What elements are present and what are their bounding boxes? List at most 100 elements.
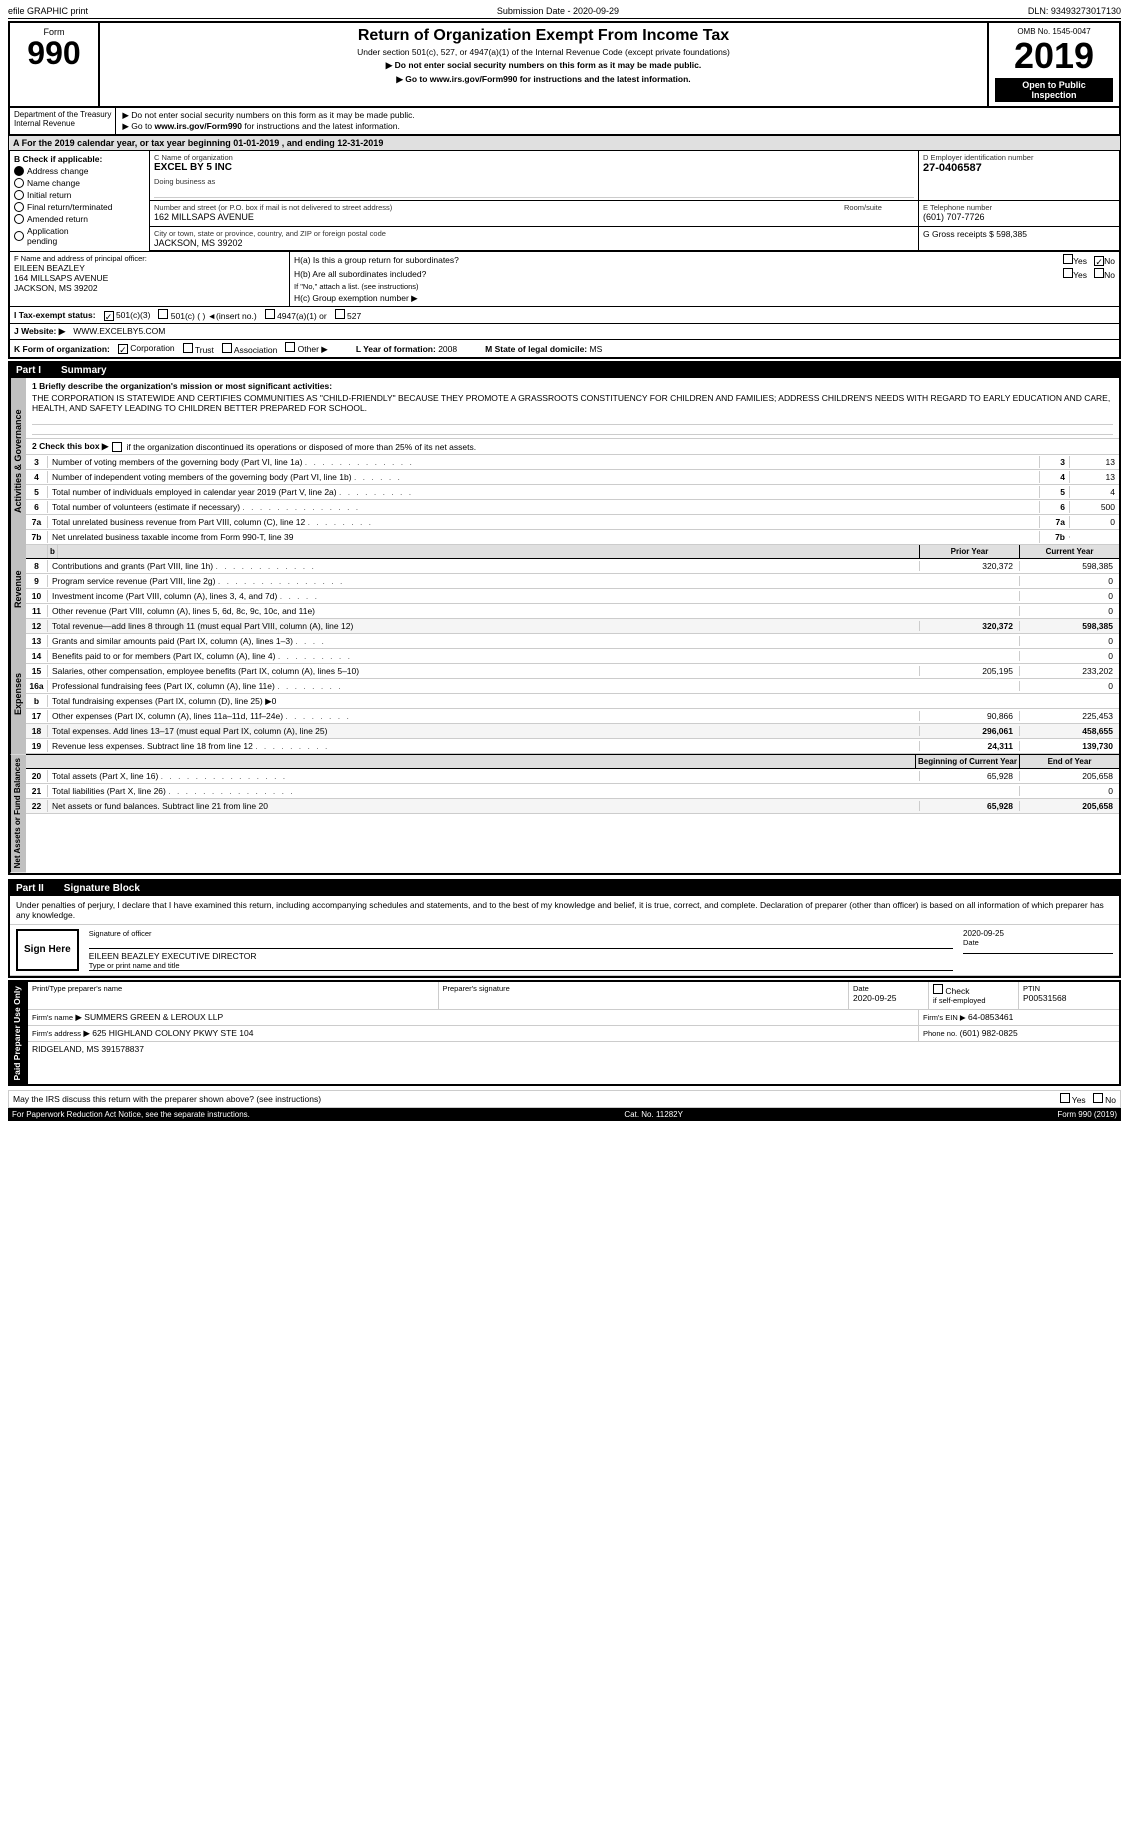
amended-return-label: Amended return [27, 214, 88, 224]
line7a-num: 7a [26, 516, 48, 528]
firm-name-value: ▶ SUMMERS GREEN & LEROUX LLP [75, 1012, 223, 1022]
footer-yes-box[interactable] [1060, 1093, 1070, 1103]
c-name-section: C Name of organization EXCEL BY 5 INC Do… [150, 151, 919, 200]
footer-line1: May the IRS discuss this return with the… [8, 1090, 1121, 1108]
trust-checkbox[interactable] [183, 343, 193, 353]
paid-preparer: Paid Preparer Use Only Print/Type prepar… [8, 980, 1121, 1087]
line2-section: 2 Check this box ▶ if the organization d… [26, 439, 1119, 455]
line17-prior: 90,866 [919, 711, 1019, 721]
check-name-change: Name change [14, 178, 145, 188]
ha-yes-box[interactable] [1063, 254, 1073, 264]
j-value: WWW.EXCELBY5.COM [73, 326, 165, 337]
line11-current: 0 [1019, 606, 1119, 616]
left-checks: B Check if applicable: Address change Na… [10, 151, 150, 251]
line13-current: 0 [1019, 636, 1119, 646]
preparer-name-field: Print/Type preparer's name [28, 982, 439, 1009]
net-assets-label: Net Assets or Fund Balances [10, 754, 26, 872]
line9-desc: Program service revenue (Part VIII, line… [48, 575, 919, 587]
preparer-sig-value [443, 993, 845, 1007]
line12-num: 12 [26, 620, 48, 632]
line1-blank2 [32, 425, 1113, 435]
city-value: JACKSON, MS 39202 [154, 238, 914, 248]
dln-number: DLN: 93493273017130 [1028, 6, 1121, 16]
line13-row: 13 Grants and similar amounts paid (Part… [26, 634, 1119, 649]
line18-row: 18 Total expenses. Add lines 13–17 (must… [26, 724, 1119, 739]
501c-checkbox[interactable] [158, 309, 168, 319]
section-b-label: B Check if applicable: [14, 154, 145, 164]
line1-value: THE CORPORATION IS STATEWIDE AND CERTIFI… [32, 393, 1113, 413]
line5-row: 5 Total number of individuals employed i… [26, 485, 1119, 500]
preparer-sig-field: Preparer's signature [439, 982, 850, 1009]
sign-here-label: Sign Here [24, 944, 71, 955]
other-checkbox[interactable] [285, 342, 295, 352]
dept-instructions: ▶ Do not enter social security numbers o… [116, 108, 1119, 134]
527-checkbox[interactable] [335, 309, 345, 319]
subtitle2-line: ▶ Do not enter social security numbers o… [122, 110, 1113, 121]
line19-current: 139,730 [1019, 741, 1119, 751]
line15-prior: 205,195 [919, 666, 1019, 676]
preparer-name-label: Print/Type preparer's name [32, 984, 434, 993]
revenue-content: b Prior Year Current Year 8 Contribution… [26, 545, 1119, 634]
l-value: 2008 [438, 344, 457, 354]
preparer-ptin-value: P00531568 [1023, 993, 1115, 1003]
line16a-row: 16a Professional fundraising fees (Part … [26, 679, 1119, 694]
501c3-checkbox[interactable] [104, 311, 114, 321]
street-section: Number and street (or P.O. box if mail i… [150, 201, 919, 226]
footer-no-box[interactable] [1093, 1093, 1103, 1103]
hb-yes-box[interactable] [1063, 268, 1073, 278]
name-change-radio[interactable] [14, 178, 24, 188]
initial-return-radio[interactable] [14, 190, 24, 200]
room-suite-field: Room/suite [844, 203, 914, 224]
line4-linenum: 4 [1039, 471, 1069, 483]
line11-num: 11 [26, 605, 48, 617]
line6-num: 6 [26, 501, 48, 513]
cd-row: C Name of organization EXCEL BY 5 INC Do… [150, 151, 1119, 201]
name-change-label: Name change [27, 178, 80, 188]
lines3-7-container: 3 Number of voting members of the govern… [26, 455, 1119, 545]
c-label: C Name of organization [154, 153, 914, 162]
application-radio[interactable] [14, 231, 24, 241]
form-number: 990 [16, 37, 92, 69]
line19-row: 19 Revenue less expenses. Subtract line … [26, 739, 1119, 754]
line2-checkbox[interactable] [112, 442, 122, 452]
line16a-current: 0 [1019, 681, 1119, 691]
activities-governance: Activities & Governance 1 Briefly descri… [10, 378, 1119, 545]
declaration-text: Under penalties of perjury, I declare th… [16, 900, 1104, 920]
preparer-date-label: Date [853, 984, 924, 993]
preparer-check-box[interactable] [933, 984, 943, 994]
line17-row: 17 Other expenses (Part IX, column (A), … [26, 709, 1119, 724]
check-amended-return: Amended return [14, 214, 145, 224]
part-ii-header: Part II Signature Block [10, 881, 1119, 896]
line20-end: 205,658 [1019, 771, 1119, 781]
part-i: Part I Summary Activities & Governance 1… [8, 361, 1121, 874]
ha-no-box[interactable] [1094, 256, 1104, 266]
line18-num: 18 [26, 725, 48, 737]
trust-label: Trust [195, 345, 214, 355]
net-col-spacer [26, 755, 915, 768]
corp-checkbox[interactable] [118, 344, 128, 354]
final-return-radio[interactable] [14, 202, 24, 212]
form-990-box: Form 990 [10, 23, 100, 106]
dba-value [154, 186, 914, 198]
form-subtitle1: Under section 501(c), 527, or 4947(a)(1)… [108, 47, 979, 57]
beginning-year-header: Beginning of Current Year [915, 755, 1019, 768]
part-ii-title: Part II [16, 883, 44, 894]
expenses-content: 13 Grants and similar amounts paid (Part… [26, 634, 1119, 754]
line19-desc: Revenue less expenses. Subtract line 18 … [48, 740, 919, 752]
4947a1-checkbox[interactable] [265, 309, 275, 319]
line5-num: 5 [26, 486, 48, 498]
form-subtitle3: ▶ Go to www.irs.gov/Form990 for instruct… [108, 74, 979, 85]
part-ii: Part II Signature Block Under penalties … [8, 879, 1121, 978]
assoc-checkbox[interactable] [222, 343, 232, 353]
k-assoc: Association [222, 343, 277, 355]
line7b-row: 7b Net unrelated business taxable income… [26, 530, 1119, 545]
preparer-check-note: if self-employed [933, 996, 1014, 1005]
line22-end: 205,658 [1019, 801, 1119, 811]
line18-current: 458,655 [1019, 726, 1119, 736]
line2-desc: if the organization discontinued its ope… [126, 442, 476, 452]
amended-return-radio[interactable] [14, 214, 24, 224]
line6-val: 500 [1069, 501, 1119, 513]
city-section: City or town, state or province, country… [150, 227, 919, 250]
hb-no-box[interactable] [1094, 268, 1104, 278]
address-change-radio[interactable] [14, 166, 24, 176]
